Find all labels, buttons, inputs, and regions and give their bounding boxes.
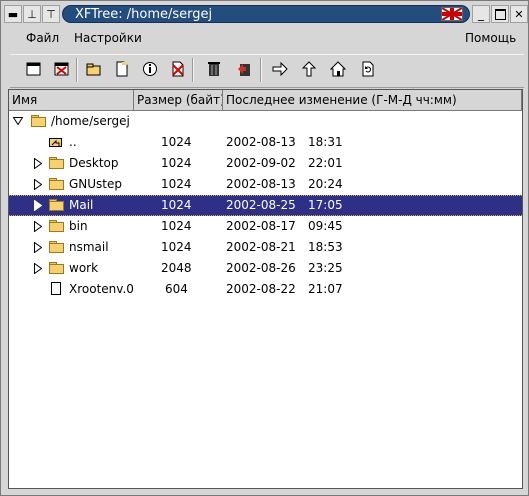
file-size: 1024 [161,219,192,233]
toolbar-separator [76,58,78,82]
application-window: ▬ ⊥ ⊤ XFTree: /home/sergej _ ✕ Файл Наст… [0,0,529,496]
menu-file[interactable]: Файл [26,31,59,45]
file-date: 2002-08-13 [226,177,296,191]
trash-icon[interactable] [206,61,222,77]
folder-icon [49,199,64,211]
new-folder-icon[interactable] [86,61,102,77]
stay-on-top-button[interactable]: ⊤ [42,5,60,23]
open-folder-icon [31,115,46,127]
file-date: 2002-08-17 [226,219,296,233]
up-icon[interactable] [301,61,317,77]
window-title: XFTree: /home/sergej [75,7,213,22]
expand-arrow-icon[interactable] [34,200,42,211]
minimize-button[interactable]: _ [472,5,490,23]
file-name: Mail [69,198,94,212]
stay-on-top-icon: ⊤ [46,7,56,21]
file-name: GNUstep [69,177,123,191]
file-name: .. [69,135,77,149]
file-time: 09:45 [308,219,343,233]
minimize-icon: _ [478,7,484,21]
folder-icon [49,220,64,232]
pin-icon: ⊥ [27,7,37,21]
close-button[interactable]: ✕ [510,5,528,23]
file-date: 2002-08-25 [226,198,296,212]
folder-icon [49,262,64,274]
expand-arrow-icon[interactable] [34,179,42,190]
expand-arrow-icon[interactable] [34,158,42,169]
file-time: 17:05 [308,198,343,212]
table-row[interactable]: .. 1024 2002-08-13 18:31 [9,132,522,153]
file-tree[interactable]: Имя Размер (байт) Последнее изменение (Г… [8,89,523,489]
keyboard-layout-flag-icon[interactable] [441,7,463,21]
column-header-modified[interactable]: Последнее изменение (Г-М-Д чч:мм) [223,90,522,111]
table-row[interactable]: nsmail 1024 2002-08-21 18:53 [9,237,522,258]
file-name: work [69,261,99,275]
new-window-icon[interactable] [26,61,42,77]
menu-settings[interactable]: Настройки [74,31,142,45]
file-size: 1024 [161,177,192,191]
menu-help[interactable]: Помощь [465,31,516,45]
folder-icon [49,241,64,253]
root-path-label: /home/sergej [51,114,130,128]
folder-icon [49,157,64,169]
table-row[interactable]: GNUstep 1024 2002-08-13 20:24 [9,174,522,195]
close-icon: ✕ [514,7,524,21]
file-size: 604 [165,282,188,296]
folder-icon [49,178,64,190]
file-time: 20:24 [308,177,343,191]
table-row[interactable]: work 2048 2002-08-26 23:25 [9,258,522,279]
undo-icon[interactable] [236,61,252,77]
close-window-icon[interactable] [54,61,70,77]
refresh-icon[interactable] [360,61,376,77]
toolbar-separator [192,58,194,82]
file-name: bin [69,219,88,233]
expand-arrow-icon[interactable] [34,263,42,274]
tree-root-row[interactable]: /home/sergej [9,111,522,132]
file-size: 1024 [161,156,192,170]
file-date: 2002-09-02 [226,156,296,170]
expand-arrow-icon[interactable] [34,221,42,232]
pin-button[interactable]: ⊥ [23,5,41,23]
column-header-name[interactable]: Имя [9,90,134,111]
file-time: 23:25 [308,261,343,275]
file-time: 18:31 [308,135,343,149]
table-row[interactable]: Desktop 1024 2002-09-02 22:01 [9,153,522,174]
file-name: Xrootenv.0 [69,282,134,296]
window-title-pill[interactable]: XFTree: /home/sergej [62,5,470,23]
column-header-size[interactable]: Размер (байт) [134,90,223,111]
expand-arrow-icon[interactable] [34,242,42,253]
menu-icon: ▬ [7,7,19,21]
toolbar [10,54,524,88]
file-name: Desktop [69,156,119,170]
file-icon [51,282,61,295]
file-date: 2002-08-13 [226,135,296,149]
maximize-icon [494,8,506,20]
table-row-selected[interactable]: Mail 1024 2002-08-25 17:05 [9,195,522,216]
maximize-button[interactable] [491,5,509,23]
file-size: 2048 [161,261,192,275]
new-file-icon[interactable] [114,61,130,77]
table-row[interactable]: Xrootenv.0 604 2002-08-22 21:07 [9,279,522,300]
file-size: 1024 [161,135,192,149]
file-name: nsmail [69,240,109,254]
toolbar-separator [260,58,262,82]
file-size: 1024 [161,198,192,212]
go-to-icon[interactable] [272,61,288,77]
file-time: 22:01 [308,156,343,170]
window-menu-button[interactable]: ▬ [4,5,22,23]
file-time: 21:07 [308,282,343,296]
info-icon[interactable] [142,61,158,77]
file-time: 18:53 [308,240,343,254]
table-row[interactable]: bin 1024 2002-08-17 09:45 [9,216,522,237]
menu-bar: Файл Настройки Помощь [10,28,524,50]
home-icon[interactable] [330,61,346,77]
collapse-arrow-icon[interactable] [13,117,23,125]
parent-directory-icon [49,138,62,147]
file-date: 2002-08-21 [226,240,296,254]
file-date: 2002-08-22 [226,282,296,296]
delete-icon[interactable] [170,61,186,77]
file-date: 2002-08-26 [226,261,296,275]
title-bar[interactable]: ▬ ⊥ ⊤ XFTree: /home/sergej _ ✕ [2,3,528,25]
file-size: 1024 [161,240,192,254]
